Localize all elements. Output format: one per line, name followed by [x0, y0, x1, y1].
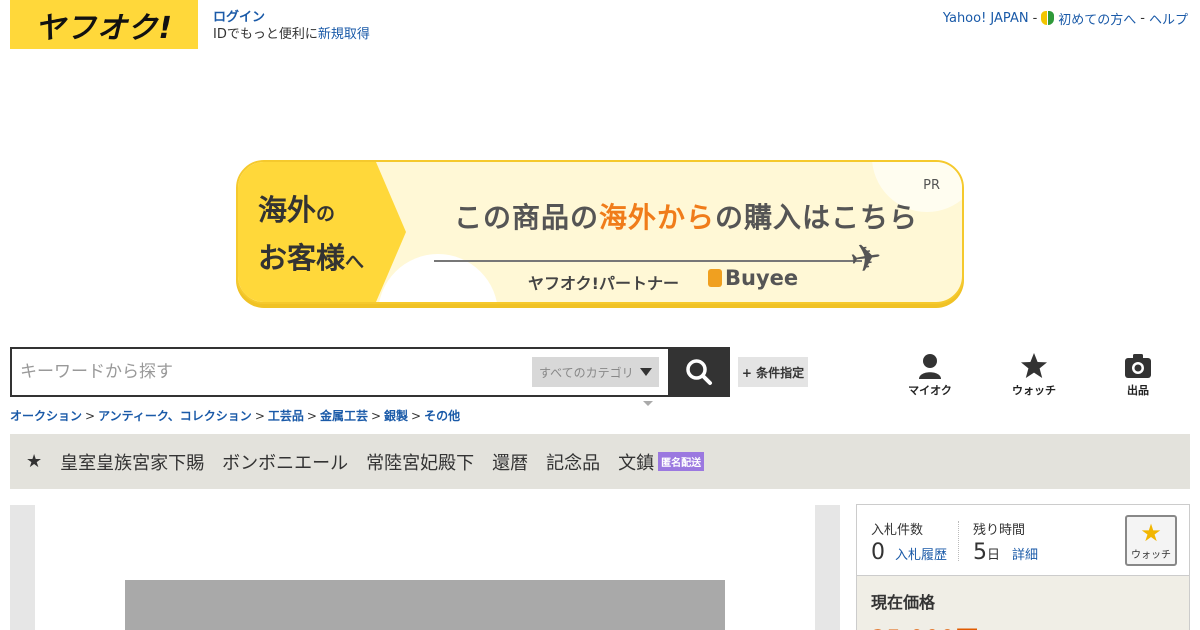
yahoo-japan-link[interactable]: Yahoo! JAPAN	[943, 11, 1029, 26]
yahuoku-logo[interactable]: ヤフオク!	[10, 0, 198, 49]
suggest-caret-icon[interactable]	[643, 401, 653, 406]
user-icon	[919, 354, 941, 379]
logo-text: ヤフオク!	[34, 10, 174, 46]
banner-headline: この商品の海外からの購入はこちら	[454, 196, 918, 236]
time-left-label: 残り時間	[973, 523, 1026, 538]
banner-headline-emphasis: 海外から	[599, 201, 716, 234]
sell-label: 出品	[1127, 384, 1149, 397]
search-input[interactable]	[20, 359, 520, 385]
sell-link[interactable]: 出品	[1108, 352, 1168, 398]
title-keyword: 記念品	[546, 452, 601, 474]
camera-icon	[1125, 354, 1151, 378]
chevron-down-icon	[639, 368, 652, 376]
current-price-value: 25,000円	[871, 619, 979, 630]
title-keyword: 常陸宮妃殿下	[366, 452, 475, 474]
gallery-prev-thumb[interactable]	[10, 505, 35, 630]
top-link-separator: -	[1032, 11, 1038, 26]
login-block: ログイン IDでもっと便利に新規取得	[213, 9, 370, 43]
banner-left-text: 海外の お客様へ	[258, 188, 364, 284]
breadcrumb-item[interactable]: 金属工芸	[320, 409, 368, 423]
buyee-logo: Buyee	[708, 266, 798, 290]
search-icon	[686, 359, 712, 385]
bid-count-value: 0	[871, 540, 885, 565]
buyee-bag-icon	[708, 269, 722, 287]
banner-left-line2: お客様	[258, 241, 346, 275]
title-keyword: ボンボニエール	[222, 452, 349, 474]
title-keyword: 還暦	[492, 452, 529, 474]
star-icon	[1021, 353, 1047, 378]
time-left-cell: 残り時間 5日 詳細	[973, 519, 1038, 565]
my-auction-link[interactable]: マイオク	[900, 352, 960, 398]
item-title-bar: ★ 皇室皇族宮家下賜 ボンボニエール 常陸宮妃殿下 還暦 記念品 文鎮 匿名配送	[10, 434, 1190, 489]
banner-headline-suffix: の購入はこちら	[715, 201, 919, 234]
gallery-next-thumb[interactable]	[815, 505, 840, 630]
banner-partner-text: ヤフオク!パートナー	[528, 274, 679, 293]
breadcrumb-item[interactable]: その他	[424, 409, 460, 423]
register-link[interactable]: 新規取得	[318, 27, 370, 42]
product-main-image[interactable]	[125, 580, 725, 630]
buyee-logo-text: Buyee	[725, 266, 799, 290]
banner-left-line1: 海外	[258, 193, 317, 227]
login-sub-text: IDでもっと便利に	[213, 27, 318, 42]
overseas-buyee-banner[interactable]: 海外の お客様へ この商品の海外からの購入はこちら ✈ ヤフオク!パートナー B…	[236, 160, 964, 304]
watch-list-label: ウォッチ	[1012, 384, 1056, 397]
title-keyword: 皇室皇族宮家下賜	[60, 452, 205, 474]
bid-panel: 入札件数 0 入札履歴 残り時間 5日詳細 ★ ウォッチ 現在価格 25,000円	[856, 504, 1190, 630]
time-detail-link[interactable]: 詳細	[1012, 548, 1038, 563]
breadcrumb-item[interactable]: 工芸品	[268, 409, 304, 423]
current-price-label: 現在価格	[871, 593, 936, 612]
my-auction-label: マイオク	[908, 384, 952, 397]
watch-list-link[interactable]: ウォッチ	[1004, 352, 1064, 398]
watch-button[interactable]: ★ ウォッチ	[1125, 515, 1177, 566]
top-links: Yahoo! JAPAN - 初めての方へ - ヘルプ	[943, 9, 1188, 28]
breadcrumb-item[interactable]: オークション	[10, 409, 82, 423]
breadcrumb-item[interactable]: 銀製	[384, 409, 408, 423]
login-link[interactable]: ログイン	[213, 9, 370, 26]
bid-info-row: 入札件数 0 入札履歴 残り時間 5日 詳細 ★ ウォッチ	[857, 505, 1189, 576]
time-left-value: 5	[973, 540, 987, 565]
bid-divider	[958, 521, 959, 561]
search-bar: すべてのカテゴリ	[10, 347, 730, 397]
banner-flight-line	[434, 260, 862, 262]
star-icon: ★	[1140, 519, 1162, 547]
top-link-separator: -	[1140, 11, 1145, 26]
category-select[interactable]: すべてのカテゴリ	[532, 357, 659, 387]
watch-button-label: ウォッチ	[1131, 550, 1171, 561]
banner-pr-label: PR	[923, 178, 940, 193]
banner-left-line2-suffix: へ	[345, 251, 365, 273]
banner-headline-prefix: この商品の	[454, 201, 600, 234]
bid-count-cell: 入札件数 0 入札履歴	[871, 519, 947, 565]
bid-count-label: 入札件数	[871, 523, 924, 538]
star-icon: ★	[26, 451, 43, 472]
category-select-value: すべてのカテゴリ	[539, 365, 634, 380]
breadcrumb: オークション > アンティーク、コレクション > 工芸品 > 金属工芸 > 銀製 > その他	[10, 409, 461, 423]
beginners-link[interactable]: 初めての方へ	[1058, 9, 1136, 28]
bid-history-link[interactable]: 入札履歴	[895, 548, 947, 563]
banner-left-line1-suffix: の	[316, 203, 336, 225]
advanced-search-button[interactable]: + 条件指定	[738, 357, 808, 387]
breadcrumb-item[interactable]: アンティーク、コレクション	[98, 409, 252, 423]
beginner-mark-icon	[1041, 11, 1055, 26]
title-keyword: 文鎮	[618, 452, 655, 474]
anonymous-shipping-badge: 匿名配送	[658, 452, 705, 471]
price-row: 現在価格 25,000円	[857, 576, 1189, 630]
airplane-icon: ✈	[847, 233, 885, 283]
search-button[interactable]	[668, 347, 730, 397]
help-link[interactable]: ヘルプ	[1149, 9, 1188, 28]
time-left-unit: 日	[987, 548, 1001, 563]
